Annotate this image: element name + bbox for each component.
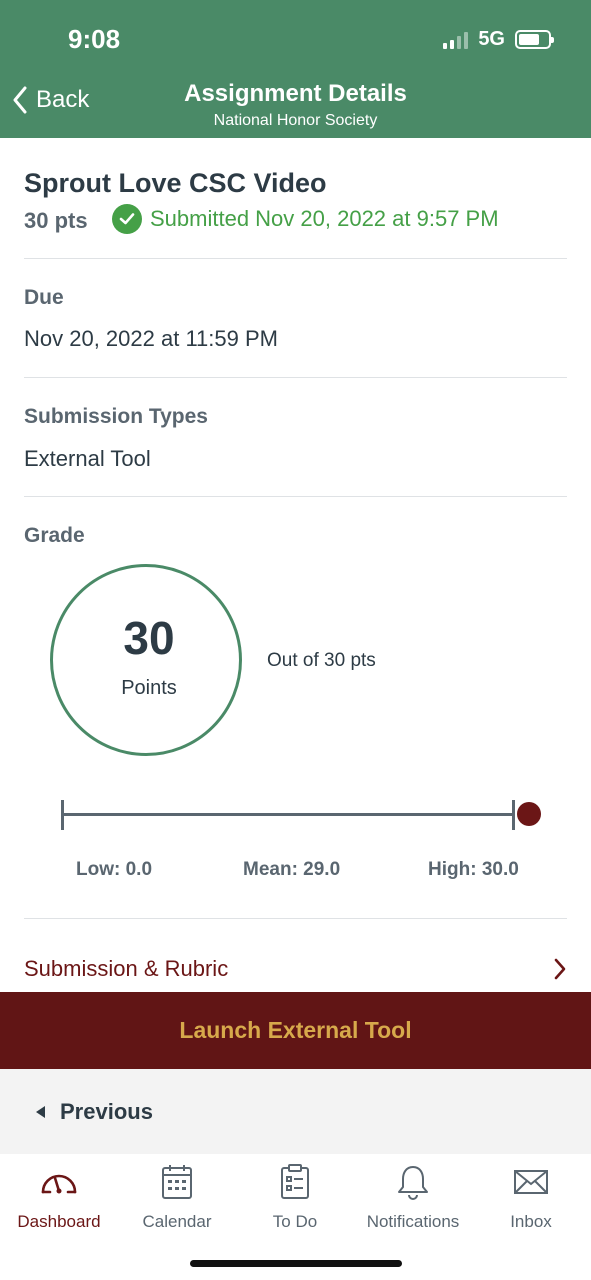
mail-icon — [513, 1162, 549, 1202]
launch-external-tool-button[interactable]: Launch External Tool — [0, 992, 591, 1069]
tab-dashboard[interactable]: Dashboard — [0, 1162, 118, 1232]
tab-notifications[interactable]: Notifications — [354, 1162, 472, 1232]
submission-types-value: External Tool — [24, 446, 151, 471]
assignment-title: Sprout Love CSC Video — [24, 168, 327, 198]
signal-icon — [443, 31, 469, 49]
page-title: Assignment Details — [184, 80, 407, 107]
bell-icon — [396, 1162, 430, 1202]
range-low-tick — [61, 800, 64, 830]
tab-label: Notifications — [366, 1212, 460, 1231]
submission-types-label: Submission Types — [24, 405, 208, 428]
tab-calendar[interactable]: Calendar — [118, 1162, 236, 1232]
chevron-right-icon — [554, 958, 566, 980]
grade-mean: Mean: 29.0 — [243, 859, 341, 880]
grade-out-of: Out of 30 pts — [267, 650, 376, 671]
your-score-marker — [517, 802, 541, 826]
submission-rubric-label: Submission & Rubric — [24, 956, 229, 981]
submission-status: Submitted Nov 20, 2022 at 9:57 PM — [112, 204, 499, 234]
submission-rubric-link[interactable]: Submission & Rubric — [24, 956, 567, 982]
tab-label: Dashboard — [17, 1212, 101, 1231]
divider — [24, 258, 567, 259]
due-value: Nov 20, 2022 at 11:59 PM — [24, 326, 278, 351]
previous-label: Previous — [60, 1099, 153, 1124]
grade-label: Grade — [24, 524, 85, 547]
dashboard-icon — [39, 1162, 79, 1202]
network-type: 5G — [478, 28, 505, 50]
grade-unit: Points — [121, 677, 177, 699]
tab-label: Calendar — [142, 1212, 212, 1231]
assignment-points: 30 pts — [24, 208, 88, 233]
app-header: 9:08 5G Back Assignment Details National… — [0, 0, 591, 138]
range-high-tick — [512, 800, 515, 830]
caret-left-icon — [36, 1106, 45, 1118]
grade-range-line — [62, 813, 514, 816]
tab-label: Inbox — [510, 1212, 552, 1231]
status-time: 9:08 — [68, 24, 121, 54]
tab-label: To Do — [272, 1212, 318, 1231]
grade-high: High: 30.0 — [428, 859, 519, 880]
submitted-text: Submitted Nov 20, 2022 at 9:57 PM — [150, 206, 499, 231]
previous-button[interactable]: Previous — [36, 1099, 153, 1125]
tab-inbox[interactable]: Inbox — [472, 1162, 590, 1232]
grade-circle: 30 Points — [50, 564, 242, 756]
divider — [24, 377, 567, 378]
home-indicator — [190, 1260, 402, 1267]
calendar-icon — [161, 1162, 193, 1202]
tab-todo[interactable]: To Do — [236, 1162, 354, 1232]
status-indicators: 5G — [443, 28, 554, 51]
due-label: Due — [24, 286, 64, 309]
course-subtitle: National Honor Society — [213, 112, 378, 129]
check-circle-icon — [112, 204, 142, 234]
todo-icon — [280, 1162, 310, 1202]
battery-icon — [515, 30, 554, 49]
grade-low: Low: 0.0 — [76, 859, 153, 880]
launch-external-tool-label: Launch External Tool — [179, 1017, 412, 1043]
divider — [24, 918, 567, 919]
divider — [24, 496, 567, 497]
pager-bar: Previous — [0, 1069, 591, 1154]
grade-score: 30 — [123, 612, 175, 664]
